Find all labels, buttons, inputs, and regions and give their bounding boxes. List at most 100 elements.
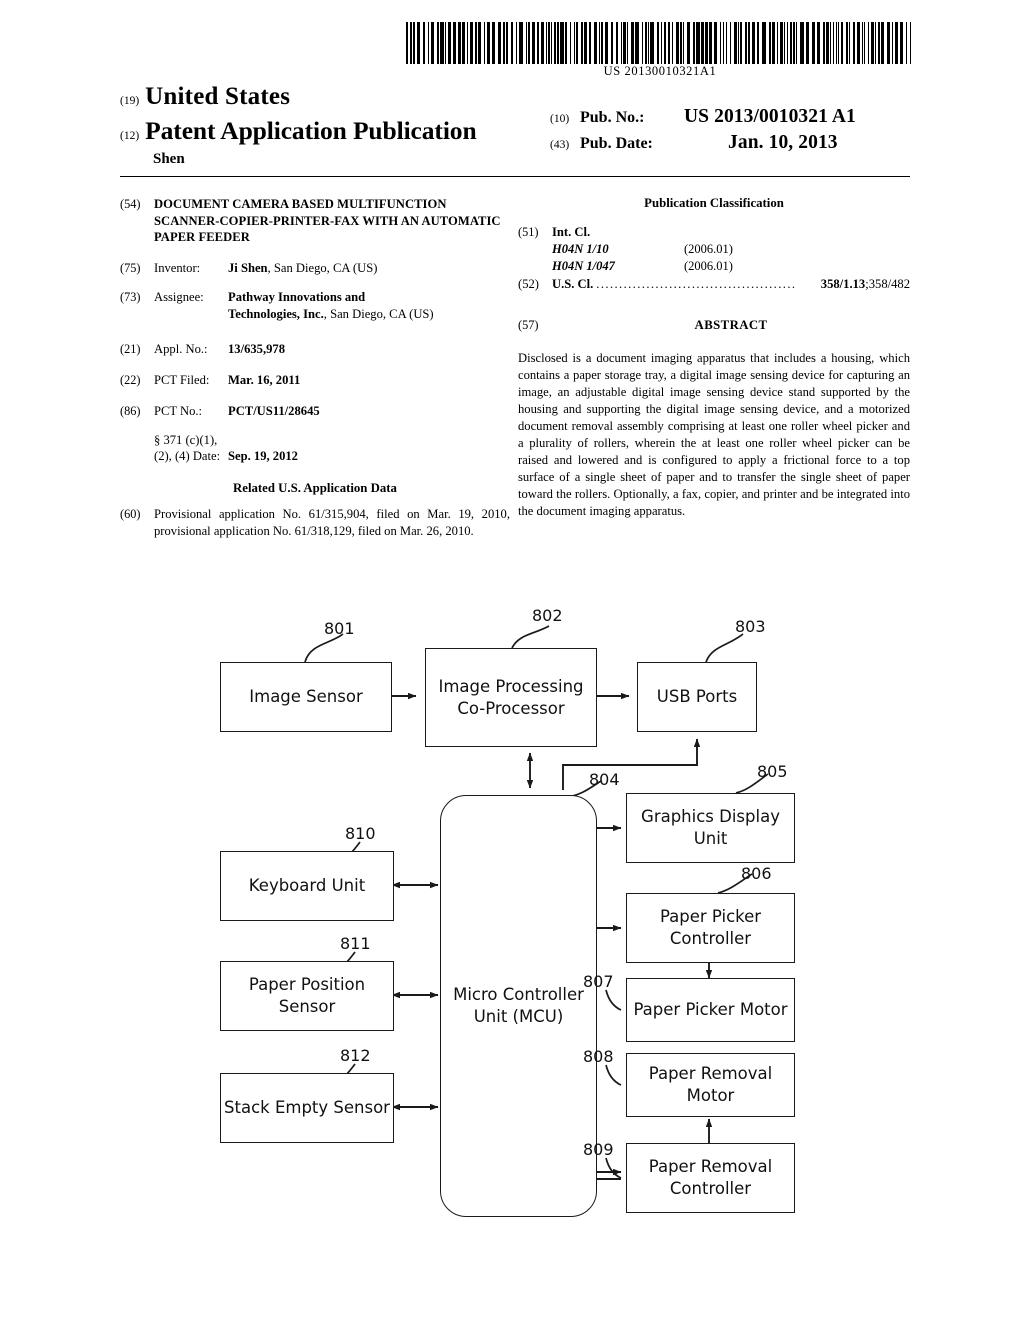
header-right: (10) Pub. No.: US 2013/0010321 A1 (43) P… xyxy=(550,106,910,158)
assignee-name-line2: Technologies, Inc. xyxy=(228,306,324,321)
pub-date-value: Jan. 10, 2013 xyxy=(728,132,838,153)
block-label-paper-removal-controller: Paper Removal Controller xyxy=(648,1157,773,1198)
para371-value: Sep. 19, 2012 xyxy=(228,449,298,464)
block-image-sensor: Image Sensor xyxy=(220,662,392,732)
pub-no-label: Pub. No.: xyxy=(580,109,645,126)
block-usb-ports: USB Ports xyxy=(637,662,757,732)
us-cl-secondary: 358/482 xyxy=(868,277,910,292)
inid-22: (22) xyxy=(120,373,141,388)
header-left: (19) United States (12) Patent Applicati… xyxy=(120,84,540,168)
block-diagram-figure: Image Sensor Image Processing Co-Process… xyxy=(0,600,1024,1260)
block-label-paper-picker-motor: Paper Picker Motor xyxy=(633,1000,788,1020)
appl-no-label: Appl. No.: xyxy=(154,342,208,357)
block-label-graphics-display-unit: Graphics Display Unit xyxy=(641,807,780,848)
assignee-name-line1: Pathway Innovations and xyxy=(228,289,366,304)
block-stack-empty-sensor: Stack Empty Sensor xyxy=(220,1073,394,1143)
inventor-label: Inventor: xyxy=(154,261,201,276)
inid-54: (54) xyxy=(120,197,141,211)
field-related-data: (60) Provisional application No. 61/315,… xyxy=(120,506,510,539)
pct-no-body: PCT No.: PCT/US11/28645 xyxy=(154,403,510,420)
block-paper-picker-controller: Paper Picker Controller xyxy=(626,893,795,963)
header-divider xyxy=(120,176,910,177)
inid-21: (21) xyxy=(120,342,141,357)
int-cl-code-0: H04N 1/10 xyxy=(552,241,609,256)
publication-classification-heading: Publication Classification xyxy=(644,196,784,210)
block-label-paper-position-sensor: Paper Position Sensor xyxy=(248,975,366,1016)
field-us-cl: (52) U.S. Cl. ..........................… xyxy=(518,277,910,292)
pct-no-value: PCT/US11/28645 xyxy=(228,403,320,418)
barcode xyxy=(404,22,916,64)
ref-numeral-810: 810 xyxy=(345,824,376,843)
field-assignee: (73) Assignee: Pathway Innovations and Te… xyxy=(120,289,510,322)
inventor-address: , San Diego, CA (US) xyxy=(267,261,378,276)
abstract-text: Disclosed is a document imaging apparatu… xyxy=(518,351,910,518)
inventor-body: Inventor: Ji Shen, San Diego, CA (US) xyxy=(154,260,510,277)
applicant-surname: Shen xyxy=(153,150,185,167)
ref-numeral-809: 809 xyxy=(583,1140,614,1159)
appl-no-body: Appl. No.: 13/635,978 xyxy=(154,341,510,358)
pct-filed-value: Mar. 16, 2011 xyxy=(228,373,301,388)
inid-43: (43) xyxy=(550,139,570,151)
document-type: Patent Application Publication xyxy=(145,116,477,145)
int-cl-date-0: (2006.01) xyxy=(684,241,733,256)
field-int-cl: (51) Int. Cl. H04N 1/10 (2006.01) H04N 1… xyxy=(518,224,910,276)
block-label-keyboard-unit: Keyboard Unit xyxy=(248,876,366,896)
int-cl-date-1: (2006.01) xyxy=(684,259,733,274)
int-cl-body: Int. Cl. H04N 1/10 (2006.01) H04N 1/047 … xyxy=(552,224,910,276)
ref-numeral-808: 808 xyxy=(583,1047,614,1066)
barcode-number: US 20130010321A1 xyxy=(603,64,717,78)
int-cl-entry-0: H04N 1/10 (2006.01) xyxy=(552,241,910,259)
pct-no-label: PCT No.: xyxy=(154,403,203,418)
pct-filed-body: PCT Filed: Mar. 16, 2011 xyxy=(154,372,510,389)
block-paper-position-sensor: Paper Position Sensor xyxy=(220,961,394,1031)
int-cl-entry-1: H04N 1/047 (2006.01) xyxy=(552,258,910,276)
field-371-date: § 371 (c)(1), (2), (4) Date: Sep. 19, 201… xyxy=(120,432,510,465)
assignee-label: Assignee: xyxy=(154,289,204,304)
block-keyboard-unit: Keyboard Unit xyxy=(220,851,394,921)
inventor-name: Ji Shen xyxy=(228,261,268,276)
block-label-mcu: Micro Controller Unit (MCU) xyxy=(453,985,584,1026)
int-cl-code-1: H04N 1/047 xyxy=(552,259,615,274)
inid-12: (12) xyxy=(120,130,140,142)
ref-numeral-803: 803 xyxy=(735,617,766,636)
assignee-body: Assignee: Pathway Innovations and Technol… xyxy=(154,289,510,322)
block-paper-removal-controller: Paper Removal Controller xyxy=(626,1143,795,1213)
block-paper-removal-motor: Paper Removal Motor xyxy=(626,1053,795,1117)
invention-title: DOCUMENT CAMERA BASED MULTIFUNCTION SCAN… xyxy=(154,197,501,245)
pub-no-line: (10) Pub. No.: US 2013/0010321 A1 xyxy=(550,106,910,128)
ref-numeral-807: 807 xyxy=(583,972,614,991)
us-cl-primary: 358/1.13 xyxy=(820,277,866,292)
appl-no-value: 13/635,978 xyxy=(228,342,286,357)
block-label-image-processing: Image Processing Co-Processor xyxy=(438,676,584,718)
barcode-bars xyxy=(406,22,911,64)
pub-date-label: Pub. Date: xyxy=(580,135,653,152)
inid-10: (10) xyxy=(550,113,570,125)
block-label-usb-ports: USB Ports xyxy=(656,687,738,707)
block-label-paper-picker-controller: Paper Picker Controller xyxy=(659,907,762,948)
inid-52: (52) xyxy=(518,277,539,292)
inid-60: (60) xyxy=(120,507,141,522)
doc-type-line: (12) Patent Application Publication xyxy=(120,118,540,144)
field-pct-filed: (22) PCT Filed: Mar. 16, 2011 xyxy=(120,372,510,389)
ref-numeral-801: 801 xyxy=(324,619,355,638)
ref-numeral-806: 806 xyxy=(741,864,772,883)
ref-numeral-804: 804 xyxy=(589,770,620,789)
field-pct-no: (86) PCT No.: PCT/US11/28645 xyxy=(120,403,510,420)
inid-75: (75) xyxy=(120,261,141,276)
inid-86: (86) xyxy=(120,403,141,418)
inid-371-blank xyxy=(120,432,154,465)
pub-no-value: US 2013/0010321 A1 xyxy=(684,106,856,127)
field-appl-no: (21) Appl. No.: 13/635,978 xyxy=(120,341,510,358)
biblio-right-column: Publication Classification (51) Int. Cl.… xyxy=(518,196,910,520)
ref-numeral-811: 811 xyxy=(340,934,371,953)
abstract-heading: ABSTRACT xyxy=(694,318,768,333)
document-header: (19) United States (12) Patent Applicati… xyxy=(120,84,910,170)
inid-19: (19) xyxy=(120,95,140,107)
abstract-heading-row: (57) ABSTRACT xyxy=(518,318,910,333)
inid-57: (57) xyxy=(518,318,539,333)
block-label-stack-empty-sensor: Stack Empty Sensor xyxy=(224,1098,390,1118)
assignee-address: , San Diego, CA (US) xyxy=(323,306,434,321)
ref-numeral-812: 812 xyxy=(340,1046,371,1065)
inid-51: (51) xyxy=(518,225,539,239)
para371-body: § 371 (c)(1), (2), (4) Date: Sep. 19, 201… xyxy=(154,432,510,465)
